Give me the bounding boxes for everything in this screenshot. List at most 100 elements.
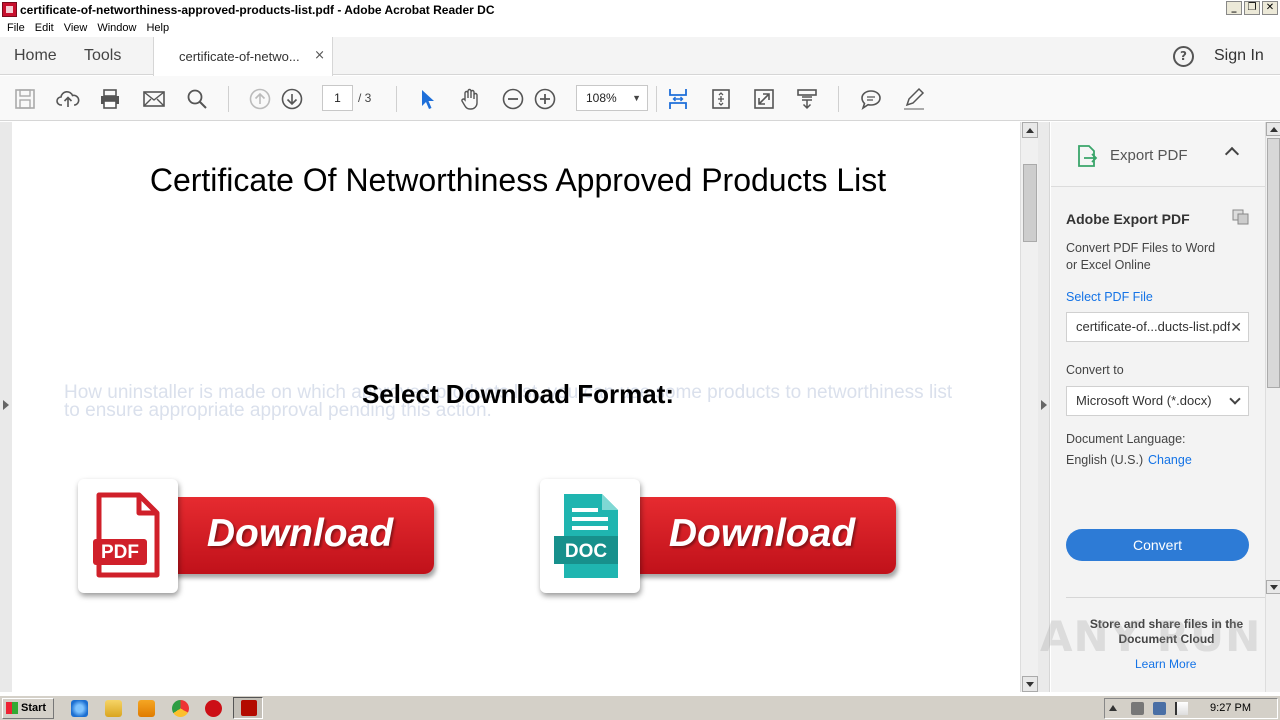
tray-expand-icon[interactable] <box>1109 705 1117 711</box>
start-button[interactable]: Start <box>2 698 54 719</box>
convert-to-label: Convert to <box>1066 363 1124 377</box>
select-format-heading: Select Download Format: <box>361 379 675 409</box>
change-language-link[interactable]: Change <box>1148 453 1192 467</box>
zoom-out-icon[interactable] <box>500 86 526 112</box>
scroll-mode-icon[interactable] <box>794 86 820 112</box>
toolbar-separator <box>396 86 397 112</box>
network-icon[interactable] <box>1153 702 1166 715</box>
export-pdf-panel: Export PDF Adobe Export PDF Convert PDF … <box>1051 122 1265 692</box>
convert-format-value: Microsoft Word (*.docx) <box>1076 393 1212 408</box>
download-doc-button[interactable]: Download DOC <box>540 479 900 595</box>
rotate-view-icon[interactable] <box>708 86 734 112</box>
zoom-in-icon[interactable] <box>532 86 558 112</box>
tab-tools[interactable]: Tools <box>84 37 121 75</box>
search-icon[interactable] <box>184 86 210 112</box>
toolbar-separator <box>228 86 229 112</box>
doc-file-icon: DOC <box>540 479 640 593</box>
comment-icon[interactable] <box>858 86 884 112</box>
doc-badge-text: DOC <box>565 541 608 562</box>
fit-page-icon[interactable] <box>665 86 691 112</box>
download-label: Download <box>668 512 856 555</box>
scroll-down-button[interactable] <box>1266 580 1280 594</box>
page-number-input[interactable]: 1 <box>322 85 353 111</box>
scroll-up-button[interactable] <box>1266 122 1280 136</box>
copy-icon[interactable] <box>1232 209 1250 225</box>
close-tab-icon[interactable]: × <box>314 48 325 63</box>
volume-icon[interactable] <box>1131 702 1144 715</box>
close-window-button[interactable]: ✕ <box>1262 1 1278 15</box>
minimize-button[interactable]: _ <box>1226 1 1242 15</box>
chrome-icon[interactable] <box>172 700 189 717</box>
internet-explorer-icon[interactable] <box>71 700 88 717</box>
menu-edit[interactable]: Edit <box>30 22 59 34</box>
start-label: Start <box>21 702 47 714</box>
action-center-flag-icon[interactable] <box>1175 702 1188 715</box>
email-icon[interactable] <box>141 86 167 112</box>
document-tab-label: certificate-of-netwo... <box>179 49 300 64</box>
convert-button[interactable]: Convert <box>1066 529 1249 561</box>
help-icon[interactable]: ? <box>1173 46 1194 67</box>
file-explorer-icon[interactable] <box>105 700 122 717</box>
restore-button[interactable]: ❐ <box>1244 1 1260 15</box>
convert-format-select[interactable]: Microsoft Word (*.docx) <box>1066 386 1249 416</box>
system-tray: 9:27 PM <box>1104 698 1278 719</box>
right-pane-toggle[interactable] <box>1038 122 1050 692</box>
chevron-down-icon: ▼ <box>632 93 641 103</box>
document-language-label: Document Language: <box>1066 432 1186 446</box>
document-area: Certificate Of Networthiness Approved Pr… <box>0 122 1038 692</box>
chevron-up-icon[interactable] <box>1224 146 1240 162</box>
selected-file-field[interactable]: certificate-of...ducts-list.pdf ✕ <box>1066 312 1249 342</box>
pdf-page: Certificate Of Networthiness Approved Pr… <box>12 122 1020 692</box>
media-player-icon[interactable] <box>138 700 155 717</box>
collapse-arrow-icon <box>1041 400 1047 410</box>
clock[interactable]: 9:27 PM <box>1210 699 1251 718</box>
clear-file-icon[interactable]: ✕ <box>1230 313 1242 341</box>
menu-view[interactable]: View <box>59 22 93 34</box>
print-icon[interactable] <box>97 86 123 112</box>
export-description: Convert PDF Files to Word or Excel Onlin… <box>1066 241 1216 272</box>
panel-title: Export PDF <box>1110 147 1188 164</box>
tab-bar: Home Tools certificate-of-netwo... × ? S… <box>0 37 1280 76</box>
sign-in-link[interactable]: Sign In <box>1214 37 1264 75</box>
download-pdf-button[interactable]: Download PDF <box>78 479 438 595</box>
page-up-icon[interactable] <box>247 86 273 112</box>
toolbar-separator <box>838 86 839 112</box>
scroll-thumb[interactable] <box>1023 164 1037 242</box>
tab-home[interactable]: Home <box>14 37 57 75</box>
save-icon[interactable] <box>12 86 38 112</box>
page-total: / 3 <box>358 91 372 105</box>
panel-scrollbar[interactable] <box>1265 122 1280 692</box>
selected-file-value: certificate-of...ducts-list.pdf <box>1076 319 1231 334</box>
document-scrollbar[interactable] <box>1020 122 1038 692</box>
hand-icon[interactable] <box>457 86 483 112</box>
upload-icon[interactable] <box>55 86 81 112</box>
window-controls: _ ❐ ✕ <box>1226 1 1278 15</box>
full-screen-icon[interactable] <box>751 86 777 112</box>
acrobat-taskbar-button[interactable] <box>233 697 263 719</box>
menu-help[interactable]: Help <box>141 22 174 34</box>
panel-header[interactable]: Export PDF <box>1051 122 1265 187</box>
page-down-icon[interactable] <box>279 86 305 112</box>
scroll-up-button[interactable] <box>1022 122 1038 138</box>
scroll-down-button[interactable] <box>1022 676 1038 692</box>
opera-icon[interactable] <box>205 700 222 717</box>
download-label: Download <box>206 512 394 555</box>
scroll-thumb[interactable] <box>1267 138 1280 388</box>
tab-document[interactable]: certificate-of-netwo... × <box>153 37 333 76</box>
window-title: certificate-of-networthiness-approved-pr… <box>20 2 495 17</box>
menu-window[interactable]: Window <box>92 22 141 34</box>
menu-bar: File Edit View Window Help <box>0 19 1280 37</box>
export-section-title: Adobe Export PDF <box>1066 211 1190 227</box>
toolbar-separator <box>656 86 657 112</box>
select-cursor-icon[interactable] <box>414 86 440 112</box>
acrobat-icon <box>241 700 257 716</box>
zoom-select[interactable]: 108% ▼ <box>576 85 648 111</box>
select-file-label: Select PDF File <box>1066 290 1153 304</box>
chevron-down-icon <box>1229 393 1241 405</box>
acrobat-app-icon <box>2 2 17 17</box>
menu-file[interactable]: File <box>2 22 30 34</box>
window-titlebar: certificate-of-networthiness-approved-pr… <box>0 0 1280 19</box>
anyrun-watermark: ANY RUN <box>1040 612 1262 661</box>
panel-footer-divider <box>1066 597 1265 598</box>
sign-icon[interactable] <box>901 86 927 112</box>
